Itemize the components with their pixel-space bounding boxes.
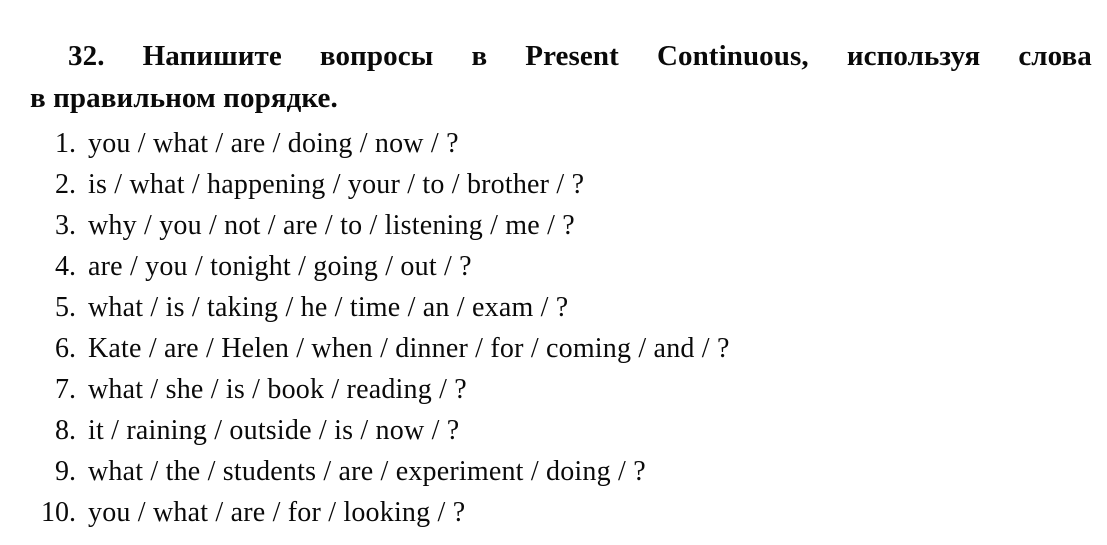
task-text: you / what / are / doing / now / ? (88, 128, 459, 159)
list-item: 1. you / what / are / doing / now / ? (30, 123, 1090, 164)
list-item: 3. why / you / not / are / to / listenin… (30, 205, 1090, 246)
list-item: 8. it / raining / outside / is / now / ? (30, 410, 1090, 451)
task-text: why / you / not / are / to / listening /… (88, 210, 575, 241)
task-text: Kate / are / Helen / when / dinner / for… (88, 333, 730, 364)
task-number: 5. (55, 292, 76, 323)
task-number: 8. (55, 415, 76, 446)
task-number: 4. (55, 251, 76, 282)
exercise-number: 32. (68, 40, 105, 72)
heading-word-continuous: Continuous, (656, 40, 809, 72)
heading-word-napishite: Напишите (142, 40, 282, 72)
task-text: what / is / taking / he / time / an / ex… (88, 292, 569, 323)
heading-word-present: Present (525, 40, 619, 72)
task-number: 2. (55, 169, 76, 200)
task-number: 10. (41, 497, 76, 528)
task-number: 3. (55, 210, 76, 241)
exercise-heading-line-2: в правильном порядке. (30, 82, 338, 114)
list-item: 4. are / you / tonight / going / out / ? (30, 246, 1090, 287)
list-item: 9. what / the / students / are / experim… (30, 451, 1090, 492)
list-item: 2. is / what / happening / your / to / b… (30, 164, 1090, 205)
task-text: it / raining / outside / is / now / ? (88, 415, 460, 446)
list-item: 10. you / what / are / for / looking / ? (30, 492, 1090, 533)
list-item: 6. Kate / are / Helen / when / dinner / … (30, 328, 1090, 369)
task-text: you / what / are / for / looking / ? (88, 497, 466, 528)
task-text: are / you / tonight / going / out / ? (88, 251, 472, 282)
exercise-heading-line-1: 32. Напишите вопросы в Present Continuou… (30, 36, 1092, 77)
task-number: 9. (55, 456, 76, 487)
heading-word-v: в (471, 40, 488, 72)
exercise-heading: 32. Напишите вопросы в Present Continuou… (30, 36, 1092, 119)
task-text: what / she / is / book / reading / ? (88, 374, 467, 405)
task-list: 1. you / what / are / doing / now / ? 2.… (30, 123, 1090, 533)
list-item: 5. what / is / taking / he / time / an /… (30, 287, 1090, 328)
task-text: what / the / students / are / experiment… (88, 456, 646, 487)
task-number: 1. (55, 128, 76, 159)
task-text: is / what / happening / your / to / brot… (88, 169, 585, 200)
heading-word-slova: слова (1018, 40, 1092, 72)
heading-word-ispolzuya: используя (846, 40, 981, 72)
worksheet-page: 32. Напишите вопросы в Present Continuou… (0, 0, 1107, 545)
list-item: 7. what / she / is / book / reading / ? (30, 369, 1090, 410)
heading-word-voprosy: вопросы (319, 40, 434, 72)
task-number: 7. (55, 374, 76, 405)
task-number: 6. (55, 333, 76, 364)
